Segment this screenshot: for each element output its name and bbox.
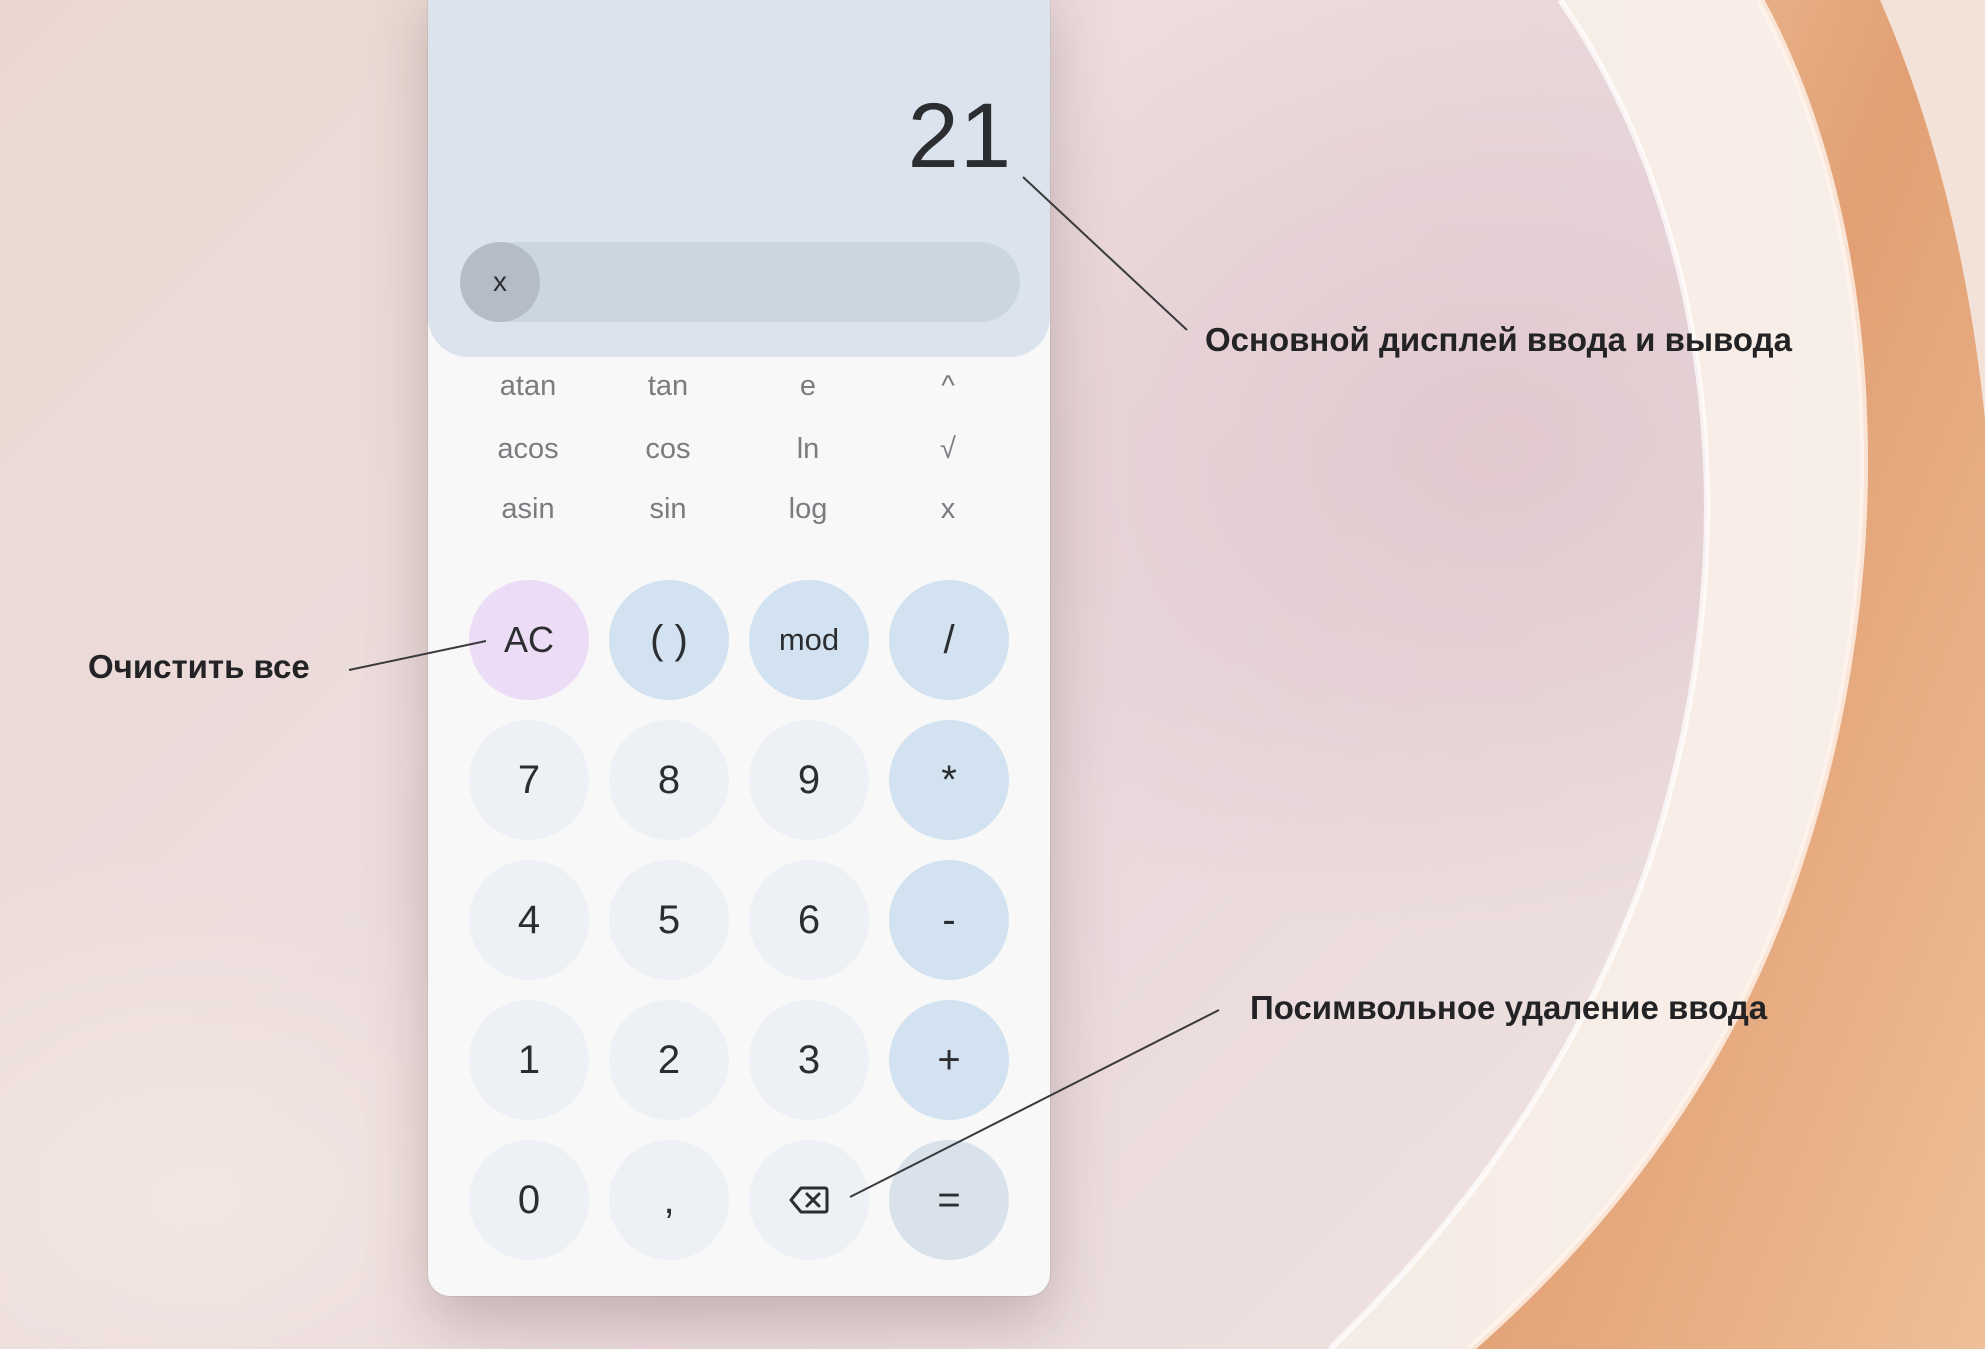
tan-key[interactable]: tan [608,372,728,401]
clear-all-button[interactable]: AC [469,580,589,700]
sin-key[interactable]: sin [608,495,728,524]
backspace-icon [789,1186,829,1214]
x-key[interactable]: x [888,495,1008,524]
digit-7-button[interactable]: 7 [469,720,589,840]
digit-8-button[interactable]: 8 [609,720,729,840]
add-button[interactable]: + [889,1000,1009,1120]
sqrt-key[interactable]: √ [888,435,1008,464]
atan-key[interactable]: atan [468,372,588,401]
equals-button[interactable]: = [889,1140,1009,1260]
history-close-button[interactable]: x [460,242,540,322]
calculator-window: 21 x atan tan e ^ acos cos ln √ asin sin… [428,0,1050,1296]
digit-5-button[interactable]: 5 [609,860,729,980]
backspace-annotation: Посимвольное удаление ввода [1250,989,1768,1026]
display-annotation: Основной дисплей ввода и вывода [1205,321,1792,358]
history-bar[interactable]: x [460,242,1020,322]
digit-4-button[interactable]: 4 [469,860,589,980]
clear-all-annotation: Очистить все [88,648,310,685]
power-key[interactable]: ^ [888,372,1008,401]
display-panel: 21 x [428,0,1050,357]
e-key[interactable]: e [748,372,868,401]
subtract-button[interactable]: - [889,860,1009,980]
multiply-button[interactable]: * [889,720,1009,840]
parentheses-button[interactable]: ( ) [609,580,729,700]
ln-key[interactable]: ln [748,435,868,464]
digit-1-button[interactable]: 1 [469,1000,589,1120]
mod-button[interactable]: mod [749,580,869,700]
digit-0-button[interactable]: 0 [469,1140,589,1260]
asin-key[interactable]: asin [468,495,588,524]
acos-key[interactable]: acos [468,435,588,464]
digit-2-button[interactable]: 2 [609,1000,729,1120]
log-key[interactable]: log [748,495,868,524]
display-value: 21 [907,85,1012,187]
divide-button[interactable]: / [889,580,1009,700]
digit-6-button[interactable]: 6 [749,860,869,980]
digit-3-button[interactable]: 3 [749,1000,869,1120]
digit-9-button[interactable]: 9 [749,720,869,840]
backspace-button[interactable] [749,1140,869,1260]
decimal-comma-button[interactable]: , [609,1140,729,1260]
cos-key[interactable]: cos [608,435,728,464]
